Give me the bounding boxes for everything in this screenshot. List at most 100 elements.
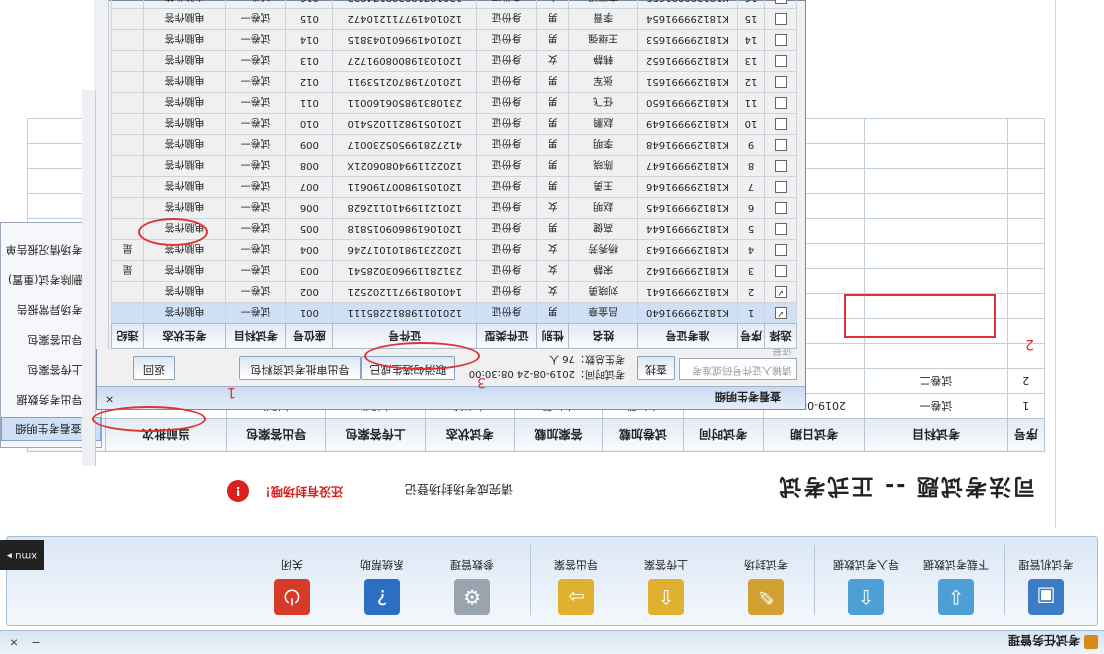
gear-icon: ⚙ <box>454 579 490 615</box>
search-input[interactable]: 请输入证件号码或准考证号 <box>679 344 797 380</box>
table-cell: 12 <box>737 71 765 93</box>
column-header[interactable]: 座位号 <box>285 323 333 349</box>
column-header[interactable]: 考试时间 <box>683 418 764 452</box>
column-header[interactable]: 考试日期 <box>763 418 865 452</box>
row-checkbox[interactable] <box>774 181 787 193</box>
table-cell: 电脑作答 <box>143 260 226 282</box>
student-row[interactable]: 7 K181299991646 王勇男身份证 120105198007190611 00… <box>111 176 797 198</box>
student-row[interactable]: 16K181299991655李丽娟女身份证120107199308174823… <box>111 0 797 9</box>
student-row[interactable]: 10 K181299991649 赵鹏男身份证 120105198211025410 0… <box>111 113 797 135</box>
column-header[interactable]: 违纪 <box>111 323 144 349</box>
toolbar-label: 考试封场 <box>744 558 788 571</box>
total-students-label: 考生总数：76 人 <box>549 353 625 364</box>
close-window-button[interactable]: × <box>6 634 22 650</box>
column-header[interactable]: 考生状态 <box>143 323 226 349</box>
table-cell: 10 <box>737 113 765 135</box>
back-button[interactable]: 返回 <box>133 356 175 380</box>
row-checkbox[interactable] <box>774 139 787 151</box>
student-row[interactable]: 12 K181299991651 张军男身份证 120107198702153911 0… <box>111 71 797 93</box>
table-cell: 013 <box>285 50 333 72</box>
minimize-button[interactable]: − <box>28 634 44 650</box>
column-header[interactable]: 证件类型 <box>476 323 537 349</box>
table-cell: 李丽娟 <box>568 0 638 9</box>
toolbar-help-button[interactable]: ? 系统帮助 <box>337 543 427 619</box>
column-header[interactable]: 试卷加载 <box>602 418 684 452</box>
table-cell <box>111 302 144 324</box>
student-row[interactable]: ✓ 1 K181299991640 吕金章男身份证 120101198812285111… <box>111 302 797 324</box>
student-row[interactable]: 4 K181299991643 杨秀芳女身份证 120223198101017246 0… <box>111 239 797 261</box>
warning-icon: ! <box>227 480 250 502</box>
toolbar-export-folder-button[interactable]: ⇨ 导出答案 <box>531 543 621 619</box>
table-cell: 高健 <box>568 218 638 240</box>
column-header[interactable]: 选择 <box>764 323 797 349</box>
toolbar-exam-machine-button[interactable]: ▣ 考试机管理 <box>1001 543 1091 619</box>
row-checkbox[interactable] <box>774 160 787 172</box>
row-checkbox[interactable]: ✓ <box>774 307 787 319</box>
row-checkbox[interactable] <box>774 223 787 235</box>
table-cell <box>111 8 144 30</box>
row-checkbox[interactable] <box>774 97 787 109</box>
column-header[interactable]: 考试状态 <box>425 418 515 452</box>
toolbar-label: 导入考试数据 <box>833 558 899 571</box>
export-package-button[interactable]: 导出审批考试资料包 <box>239 356 361 380</box>
toolbar-seal-button[interactable]: ✎ 考试封场 <box>721 543 811 619</box>
row-checkbox[interactable] <box>774 202 787 214</box>
column-header[interactable]: 答案加载 <box>514 418 603 452</box>
student-row[interactable]: 9 K181299991648 李明男身份证 412728199505230017 00… <box>111 134 797 156</box>
table-cell: 男 <box>536 218 569 240</box>
table-cell: 012 <box>285 71 333 93</box>
table-cell <box>111 197 144 219</box>
download-doc-icon: ⇩ <box>938 579 974 615</box>
table-cell: K181299991653 <box>637 29 738 51</box>
row-checkbox[interactable] <box>774 265 787 277</box>
student-row[interactable]: 5 K181299991644 高健男身份证 120106198609015818 00… <box>111 218 797 240</box>
student-row[interactable]: ✓ 2 K181299991641 刘晓勇女身份证 140108199711202521… <box>111 281 797 303</box>
toolbar-power-button[interactable]: ⏻ 关闭 <box>247 543 337 619</box>
search-button[interactable]: 查找 <box>637 356 675 380</box>
toolbar-download-doc-button[interactable]: ⇩ 下载考试数据 <box>911 543 1001 619</box>
row-checkbox[interactable]: ✓ <box>774 286 787 298</box>
table-cell: 009 <box>285 134 333 156</box>
student-row[interactable]: 15 K181299991654 李晋男身份证 120104197711210472 0… <box>111 8 797 30</box>
column-header[interactable]: 考试科目 <box>864 418 1008 452</box>
grid-scrollbar[interactable] <box>82 90 96 466</box>
dialog-close-button[interactable]: × <box>105 393 114 406</box>
table-cell: 试卷一 <box>225 302 286 324</box>
column-header[interactable]: 性别 <box>536 323 569 349</box>
column-header[interactable]: 上传答案包 <box>325 418 426 452</box>
annotation-oval-export <box>364 342 480 370</box>
table-cell: 004 <box>285 239 333 261</box>
table-cell <box>864 118 1008 144</box>
student-row[interactable]: 6 K181299991645 赵明女身份证 120121199410112628 00… <box>111 197 797 219</box>
student-row[interactable]: 11 K181299991650 任飞男身份证 231083198506160011 0… <box>111 92 797 114</box>
desktop-taskbar[interactable]: xmu ▸ <box>0 540 44 570</box>
row-checkbox[interactable] <box>774 55 787 67</box>
table-cell: 赵鹏 <box>568 113 638 135</box>
column-header[interactable]: 序号 <box>1007 418 1045 452</box>
row-checkbox[interactable] <box>774 118 787 130</box>
row-checkbox[interactable] <box>774 13 787 25</box>
dialog-scrollbar[interactable] <box>94 0 109 349</box>
column-header[interactable]: 姓名 <box>568 323 638 349</box>
student-row[interactable]: 3 K181299991642 宋静女身份证 231281199603028541 00… <box>111 260 797 282</box>
row-checkbox[interactable] <box>774 244 787 256</box>
row-checkbox[interactable] <box>774 0 787 4</box>
student-row[interactable]: 8 K181299991647 陈晓男身份证 12022119940806021X 00… <box>111 155 797 177</box>
table-cell: 007 <box>285 176 333 198</box>
column-header[interactable]: 准考证号 <box>637 323 738 349</box>
row-checkbox[interactable] <box>774 34 787 46</box>
column-header[interactable]: 序号 <box>737 323 765 349</box>
student-row[interactable]: 14 K181299991653 王继强男身份证 120104199601043815… <box>111 29 797 51</box>
column-header[interactable]: 导出答案包 <box>226 418 326 452</box>
table-cell <box>111 134 144 156</box>
table-cell: 试卷一 <box>225 50 286 72</box>
table-cell: 120107198702153911 <box>332 71 477 93</box>
table-cell: 电脑作答 <box>143 302 226 324</box>
row-checkbox[interactable] <box>774 76 787 88</box>
column-header[interactable]: 考试科目 <box>225 323 286 349</box>
toolbar-import-doc-button[interactable]: ⇧ 导入考试数据 <box>821 543 911 619</box>
toolbar-upload-folder-button[interactable]: ⇧ 上传答案 <box>621 543 711 619</box>
toolbar-gear-button[interactable]: ⚙ 参数管理 <box>427 543 517 619</box>
student-row[interactable]: 13 K181299991652 韩静女身份证 120103198008091727 0… <box>111 50 797 72</box>
table-cell: 016 <box>285 0 333 9</box>
